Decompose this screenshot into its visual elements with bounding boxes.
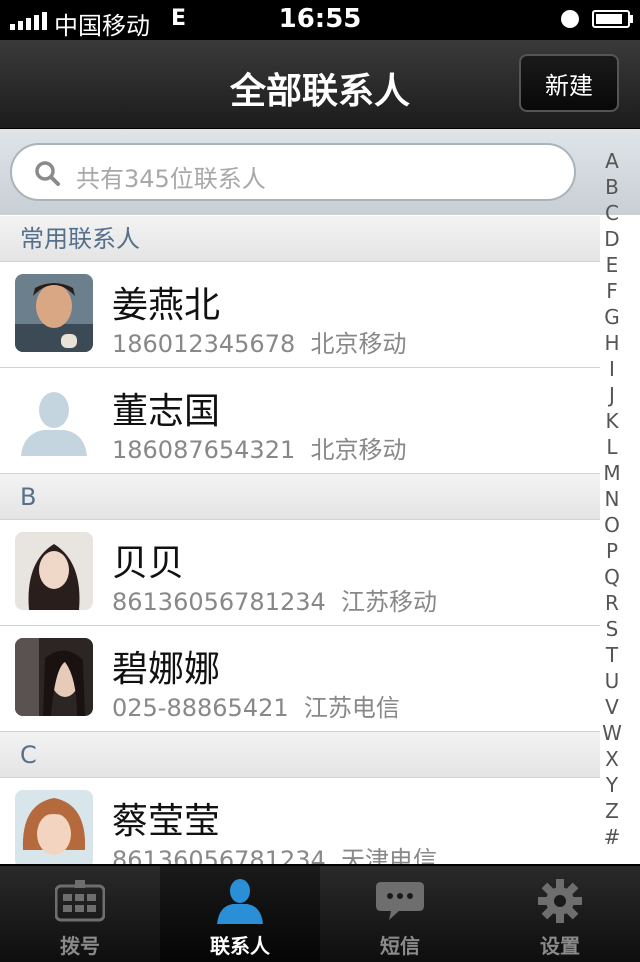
tab-label: 联系人 <box>210 934 270 958</box>
tab-label: 拨号 <box>60 934 100 958</box>
person-icon <box>217 879 263 924</box>
index-letter[interactable]: F <box>598 278 626 304</box>
search-bar: 共有345位联系人 <box>0 129 640 215</box>
avatar <box>15 274 93 352</box>
index-letter[interactable]: X <box>598 746 626 772</box>
index-letter[interactable]: J <box>598 382 626 408</box>
section-header-b: B <box>0 474 600 520</box>
index-letter[interactable]: # <box>598 824 626 850</box>
contact-row[interactable]: 董志国 186087654321 北京移动 <box>0 368 600 474</box>
index-letter[interactable]: P <box>598 538 626 564</box>
avatar <box>15 532 93 610</box>
tab-dialer[interactable]: 拨号 <box>0 866 160 962</box>
tab-messages[interactable]: 短信 <box>320 866 480 962</box>
index-letter[interactable]: O <box>598 512 626 538</box>
avatar <box>15 790 93 868</box>
tab-label: 短信 <box>380 934 420 958</box>
avatar <box>15 638 93 716</box>
default-avatar-icon <box>15 380 93 458</box>
tab-settings[interactable]: 设置 <box>480 866 640 962</box>
index-letter[interactable]: V <box>598 694 626 720</box>
contact-name: 碧娜娜 <box>112 649 221 690</box>
index-letter[interactable]: E <box>598 252 626 278</box>
contact-name: 董志国 <box>112 391 221 432</box>
contact-subtitle: 86136056781234 江苏移动 <box>112 582 437 617</box>
contact-name: 贝贝 <box>112 543 185 584</box>
index-letter[interactable]: H <box>598 330 626 356</box>
search-input[interactable]: 共有345位联系人 <box>10 143 576 201</box>
contact-subtitle: 186012345678 北京移动 <box>112 324 407 359</box>
contact-phone: 186087654321 <box>112 436 296 464</box>
keypad-icon <box>55 880 105 922</box>
index-letter[interactable]: C <box>598 200 626 226</box>
index-letter[interactable]: W <box>598 720 626 746</box>
contact-row[interactable]: 姜燕北 186012345678 北京移动 <box>0 262 600 368</box>
contact-row[interactable]: 贝贝 86136056781234 江苏移动 <box>0 520 600 626</box>
chat-bubble-icon <box>376 882 424 920</box>
index-letter[interactable]: K <box>598 408 626 434</box>
index-letter[interactable]: Y <box>598 772 626 798</box>
contact-subtitle: 025-88865421 江苏电信 <box>112 688 400 723</box>
alphabet-index[interactable]: A B C D E F G H I J K L M N O P Q R S T U V W X Y Z # <box>598 148 626 850</box>
contact-name: 蔡莹莹 <box>112 801 221 842</box>
index-letter[interactable]: D <box>598 226 626 252</box>
contact-phone: 025-88865421 <box>112 694 289 722</box>
tab-contacts[interactable]: 联系人 <box>160 866 320 962</box>
contact-phone: 186012345678 <box>112 330 296 358</box>
contact-subtitle: 186087654321 北京移动 <box>112 430 407 465</box>
search-placeholder: 共有345位联系人 <box>76 165 266 193</box>
index-letter[interactable]: U <box>598 668 626 694</box>
battery-icon <box>592 10 630 28</box>
index-letter[interactable]: L <box>598 434 626 460</box>
index-letter[interactable]: A <box>598 148 626 174</box>
contact-carrier: 江苏电信 <box>303 694 400 722</box>
alarm-clock-icon <box>561 10 579 28</box>
battery-tip <box>630 15 633 23</box>
section-header-frequent: 常用联系人 <box>0 216 600 262</box>
status-time: 16:55 <box>278 4 362 34</box>
section-header-c: C <box>0 732 600 778</box>
index-letter[interactable]: R <box>598 590 626 616</box>
index-letter[interactable]: N <box>598 486 626 512</box>
index-letter[interactable]: B <box>598 174 626 200</box>
contact-row[interactable]: 碧娜娜 025-88865421 江苏电信 <box>0 626 600 732</box>
index-letter[interactable]: M <box>598 460 626 486</box>
index-letter[interactable]: Q <box>598 564 626 590</box>
status-bar: 中国移动 E 16:55 <box>0 0 640 40</box>
index-letter[interactable]: T <box>598 642 626 668</box>
index-letter[interactable]: I <box>598 356 626 382</box>
new-contact-button[interactable]: 新建 <box>519 54 619 112</box>
index-letter[interactable]: G <box>598 304 626 330</box>
index-letter[interactable]: S <box>598 616 626 642</box>
nav-bar: 全部联系人 新建 <box>0 40 640 129</box>
contact-carrier: 北京移动 <box>310 436 407 464</box>
contact-list: 常用联系人 姜燕北 186012345678 北京移动 董志国 18608765… <box>0 216 600 884</box>
tab-bar: 拨号 联系人 短信 设置 <box>0 864 640 962</box>
search-icon <box>35 161 60 186</box>
tab-label: 设置 <box>540 934 580 958</box>
contact-name: 姜燕北 <box>112 285 221 326</box>
contact-phone: 86136056781234 <box>112 588 326 616</box>
contact-carrier: 江苏移动 <box>341 588 438 616</box>
gear-icon <box>538 879 582 923</box>
index-letter[interactable]: Z <box>598 798 626 824</box>
contact-carrier: 北京移动 <box>310 330 407 358</box>
